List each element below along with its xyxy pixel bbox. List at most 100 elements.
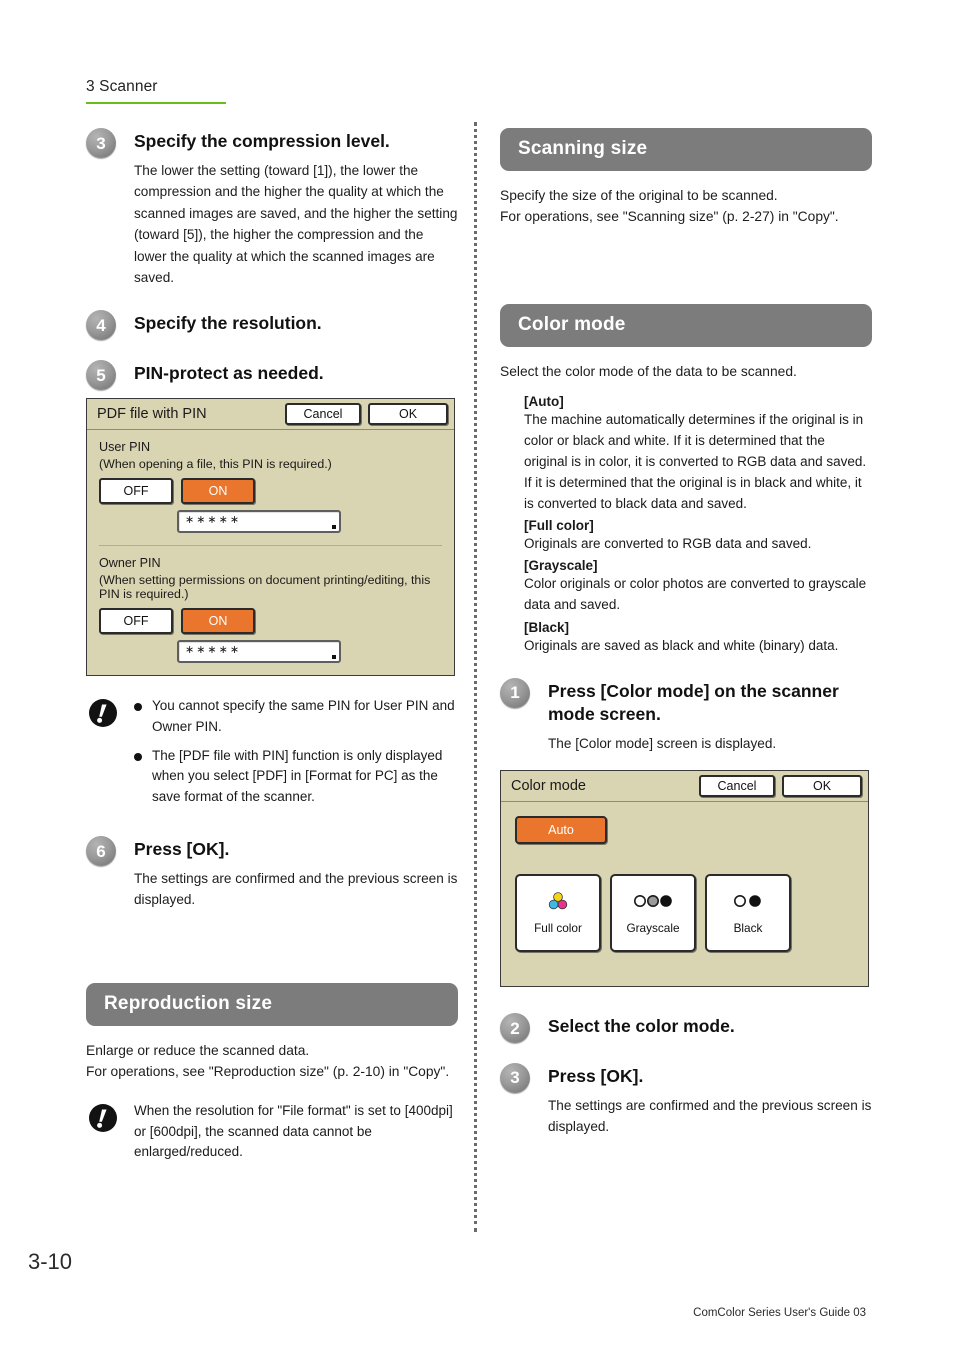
right-column: Scanning size Specify the size of the or… — [500, 128, 872, 1139]
color-step-3-badge: 3 — [500, 1062, 530, 1093]
color-mode-tiles: Full color Grayscale Black — [515, 874, 854, 953]
pin-note-callout: You cannot specify the same PIN for User… — [86, 696, 458, 809]
color-mode-section: Color mode Select the color mode of the … — [500, 303, 872, 656]
user-pin-label: User PIN — [99, 439, 151, 454]
step-6-title: Press [OK]. — [134, 839, 230, 860]
reproduction-size-text: Enlarge or reduce the scanned data. For … — [86, 1042, 450, 1080]
grayscale-dots-icon — [632, 891, 674, 911]
color-mode-dialog-title: Color mode — [511, 778, 586, 795]
user-pin-hint: (When opening a file, this PIN is requir… — [99, 456, 332, 471]
color-mode-tile-label: Grayscale — [626, 921, 680, 936]
color-mode-auto-button[interactable]: Auto — [515, 816, 607, 845]
color-step-1-title: Press [Color mode] on the scanner mode s… — [548, 680, 839, 725]
color-step-1: 1 Press [Color mode] on the scanner mode… — [500, 677, 872, 755]
pdf-pin-dialog-title: PDF file with PIN — [97, 405, 207, 422]
list-item: You cannot specify the same PIN for User… — [134, 696, 458, 738]
step-6-badge: 6 — [86, 836, 116, 867]
color-mode-tile-label: Full color — [534, 921, 582, 936]
color-step-2-badge: 2 — [500, 1013, 530, 1044]
owner-pin-value: ∗∗∗∗∗ — [185, 643, 242, 656]
step-3-title: Specify the compression level. — [134, 131, 390, 151]
caution-icon — [88, 698, 118, 728]
definition-term: [Auto] — [524, 394, 564, 410]
user-pin-input[interactable]: ∗∗∗∗∗ — [177, 509, 341, 533]
pdf-pin-dialog[interactable]: PDF file with PIN Cancel OK User PIN (Wh… — [86, 397, 455, 676]
color-step-3: 3 Press [OK]. The settings are confirmed… — [500, 1062, 872, 1138]
definition-desc: Originals are saved as black and white (… — [524, 637, 839, 653]
step-5-badge: 5 — [86, 360, 116, 391]
pdf-pin-dialog-body: User PIN (When opening a file, this PIN … — [87, 430, 454, 675]
user-pin-toggle-row: OFF ON — [99, 477, 442, 504]
color-step-2: 2 Select the color mode. — [500, 1013, 872, 1044]
chapter-title: 3 Scanner — [86, 78, 158, 95]
color-mode-full-color-tile[interactable]: Full color — [515, 874, 601, 953]
pdf-pin-dialog-titlebar: PDF file with PIN Cancel OK — [87, 399, 454, 430]
step-6-body: The settings are confirmed and the previ… — [134, 870, 458, 908]
definition-term: [Grayscale] — [524, 558, 598, 574]
user-pin-off-button[interactable]: OFF — [99, 477, 173, 504]
color-mode-definitions: [Auto] The machine automatically determi… — [500, 394, 872, 655]
scanning-size-heading: Scanning size — [500, 128, 872, 171]
pdf-pin-dialog-buttons: Cancel OK — [285, 402, 448, 425]
color-mode-dialog[interactable]: Color mode Cancel OK Auto Full color Gra… — [500, 770, 869, 988]
definition-term: [Black] — [524, 619, 570, 635]
owner-pin-label: Owner PIN — [99, 555, 161, 570]
step-3-badge: 3 — [86, 128, 116, 158]
color-step-1-badge: 1 — [500, 677, 530, 708]
left-column: 3 Specify the compression level. The low… — [86, 128, 458, 1163]
owner-pin-caret — [332, 654, 336, 659]
column-divider — [474, 122, 477, 1232]
owner-pin-input[interactable]: ∗∗∗∗∗ — [177, 639, 341, 663]
cmy-dots-icon — [545, 891, 571, 911]
step-4-title: Specify the resolution. — [134, 313, 322, 334]
list-item: The [PDF file with PIN] function is only… — [134, 746, 458, 809]
color-step-3-body: The settings are confirmed and the previ… — [548, 1097, 872, 1134]
reproduction-note-text: When the resolution for "File format" is… — [134, 1102, 453, 1160]
footer-guide-note: ComColor Series User's Guide 03 — [693, 1307, 866, 1319]
step-3: 3 Specify the compression level. The low… — [86, 128, 458, 288]
step-5: 5 PIN-protect as needed. — [86, 360, 458, 391]
page-number: 3-10 — [28, 1249, 73, 1274]
caution-icon — [88, 1103, 118, 1133]
step-6: 6 Press [OK]. The settings are confirmed… — [86, 836, 458, 911]
definition-desc: The machine automatically determines if … — [524, 412, 867, 512]
color-mode-text: Select the color mode of the data to be … — [500, 363, 797, 379]
color-mode-tile-label: Black — [733, 921, 763, 936]
owner-pin-toggle-row: OFF ON — [99, 607, 442, 634]
pdf-pin-ok-button[interactable]: OK — [368, 402, 448, 425]
scanning-size-section: Scanning size Specify the size of the or… — [500, 128, 872, 228]
pin-dialog-separator — [99, 544, 442, 546]
color-step-3-title: Press [OK]. — [548, 1065, 644, 1086]
reproduction-size-heading: Reproduction size — [86, 982, 458, 1026]
owner-pin-hint: (When setting permissions on document pr… — [99, 572, 431, 601]
definition-desc: Originals are converted to RGB data and … — [524, 536, 812, 552]
color-step-1-body: The [Color mode] screen is displayed. — [548, 735, 777, 751]
header-rule — [86, 102, 226, 104]
color-mode-heading: Color mode — [500, 303, 872, 347]
color-mode-dialog-titlebar: Color mode Cancel OK — [501, 771, 868, 803]
reproduction-note-callout: When the resolution for "File format" is… — [86, 1101, 458, 1164]
step-4: 4 Specify the resolution. — [86, 310, 458, 341]
user-pin-on-button[interactable]: ON — [181, 477, 255, 504]
color-mode-ok-button[interactable]: OK — [782, 775, 862, 798]
color-mode-dialog-buttons: Cancel OK — [699, 775, 862, 798]
owner-pin-off-button[interactable]: OFF — [99, 607, 173, 634]
step-4-badge: 4 — [86, 310, 116, 341]
definition-desc: Color originals or color photos are conv… — [524, 576, 867, 613]
pdf-pin-cancel-button[interactable]: Cancel — [285, 402, 361, 425]
color-mode-black-tile[interactable]: Black — [705, 874, 791, 953]
scanning-size-text: Specify the size of the original to be s… — [500, 188, 839, 225]
color-mode-grayscale-tile[interactable]: Grayscale — [610, 874, 696, 953]
reproduction-size-section: Reproduction size Enlarge or reduce the … — [86, 982, 458, 1164]
step-3-body: The lower the setting (toward [1]), the … — [134, 162, 458, 285]
page-header: 3 Scanner — [86, 78, 486, 104]
definition-term: [Full color] — [524, 518, 594, 534]
owner-pin-on-button[interactable]: ON — [181, 607, 255, 634]
color-step-2-title: Select the color mode. — [548, 1016, 735, 1037]
user-pin-value: ∗∗∗∗∗ — [185, 513, 242, 526]
pin-note-list: You cannot specify the same PIN for User… — [134, 696, 458, 809]
user-pin-caret — [332, 524, 336, 529]
manual-page: 3 Scanner 3 Specify the compression leve… — [0, 0, 954, 1351]
color-mode-cancel-button[interactable]: Cancel — [699, 775, 775, 798]
color-mode-dialog-body: Auto Full color Grayscale Black — [501, 802, 868, 986]
